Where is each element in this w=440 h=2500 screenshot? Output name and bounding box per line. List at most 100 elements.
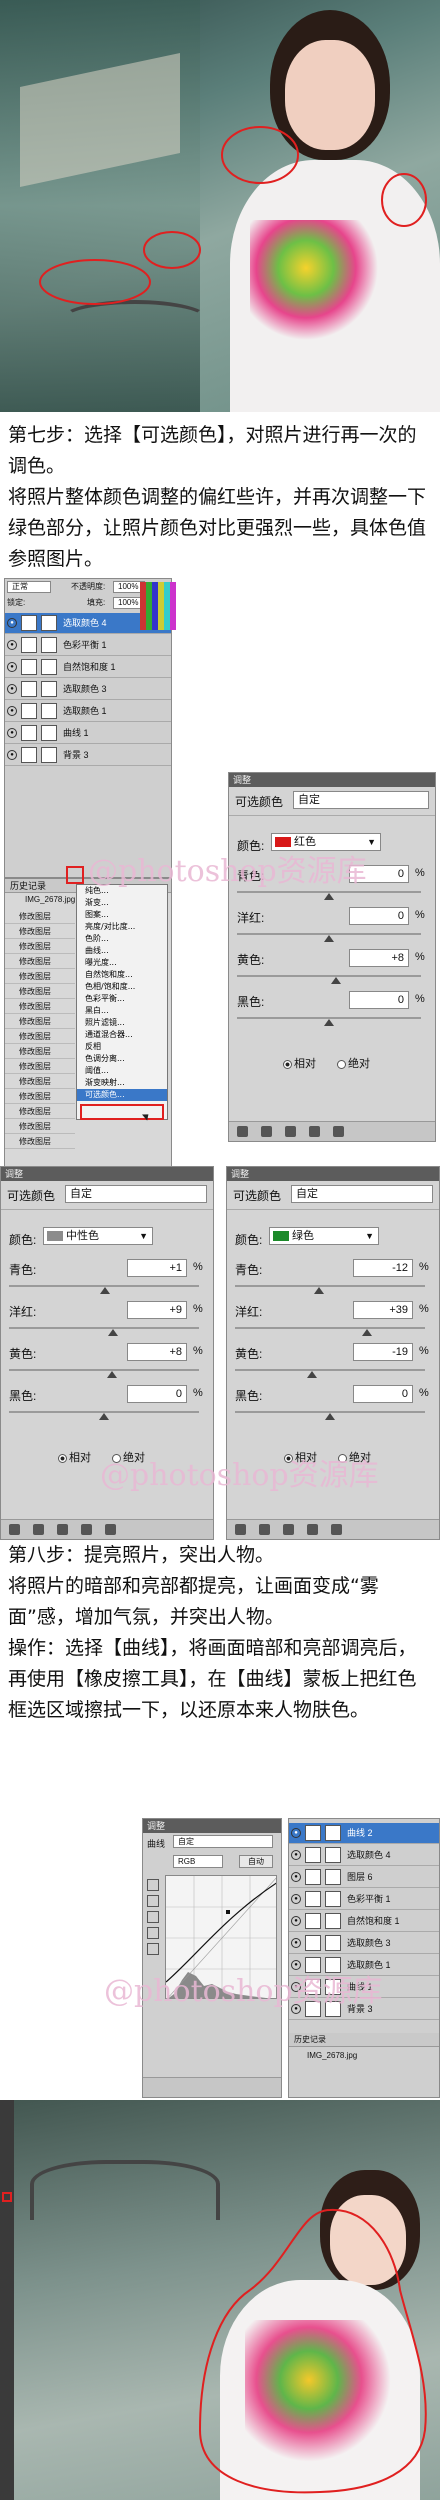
cyan-field[interactable]: 0	[349, 865, 409, 883]
menu-item[interactable]: 反相	[77, 1041, 167, 1053]
yellow-slider-knob[interactable]	[106, 1371, 117, 1378]
back-icon[interactable]	[9, 1524, 20, 1535]
curves-channel-select[interactable]: RGB	[173, 1855, 223, 1868]
history-item[interactable]: 修改图层	[5, 924, 75, 939]
delete-icon[interactable]	[333, 1126, 344, 1137]
back-icon[interactable]	[237, 1126, 248, 1137]
magenta-slider-knob[interactable]	[324, 935, 334, 942]
layer-row[interactable]: ● 曲线 1	[5, 723, 171, 744]
layer-icon[interactable]	[33, 1524, 44, 1535]
cyan-slider-knob[interactable]	[99, 1287, 110, 1294]
color-select[interactable]: 红色 ▼	[271, 833, 381, 851]
preset-select[interactable]: 自定	[65, 1185, 207, 1203]
history-item[interactable]: 修改图层	[5, 909, 75, 924]
history-item[interactable]: 修改图层	[5, 1134, 75, 1149]
absolute-radio[interactable]: 绝对	[112, 1449, 145, 1465]
menu-item[interactable]: 纯色...	[77, 885, 167, 897]
menu-item[interactable]: 渐变映射...	[77, 1077, 167, 1089]
layer-icon[interactable]	[259, 1524, 270, 1535]
eye-icon[interactable]: ●	[7, 750, 17, 760]
black-slider-knob[interactable]	[325, 1413, 335, 1420]
magenta-slider-track[interactable]	[9, 1327, 199, 1329]
history-item[interactable]: 修改图层	[5, 939, 75, 954]
menu-item[interactable]: 照片滤镜...	[77, 1017, 167, 1029]
history-item[interactable]: 修改图层	[5, 1089, 75, 1104]
eyedropper-gray-icon[interactable]	[147, 1895, 159, 1907]
adjustment-tab[interactable]: 调整	[227, 1167, 439, 1181]
black-field[interactable]: 0	[127, 1385, 187, 1403]
eye-icon[interactable]: ●	[291, 1894, 301, 1904]
history-item[interactable]: 修改图层	[5, 1044, 75, 1059]
layer-icon[interactable]	[261, 1126, 272, 1137]
menu-item[interactable]: 阈值...	[77, 1065, 167, 1077]
reset-icon[interactable]	[309, 1126, 320, 1137]
eye-icon[interactable]: ●	[291, 2004, 301, 2014]
menu-item[interactable]: 色彩平衡...	[77, 993, 167, 1005]
adjustment-tab[interactable]: 调整	[1, 1167, 213, 1181]
history-item[interactable]: 修改图层	[5, 954, 75, 969]
layer-row[interactable]: ● 背景 3	[289, 1999, 439, 2020]
layer-row[interactable]: ● 曲线 2	[289, 1823, 439, 1844]
layer-row[interactable]: ● 选取颜色 3	[5, 679, 171, 700]
adjustment-tab[interactable]: 调整	[229, 773, 435, 787]
yellow-field[interactable]: +8	[349, 949, 409, 967]
history-item[interactable]: 修改图层	[5, 984, 75, 999]
layer-row[interactable]: ● 背景 3	[5, 745, 171, 766]
magenta-slider-track[interactable]	[235, 1327, 425, 1329]
eye-icon[interactable]	[285, 1126, 296, 1137]
black-slider-knob[interactable]	[324, 1019, 334, 1026]
yellow-slider-track[interactable]	[235, 1369, 425, 1371]
menu-item[interactable]: 渐变...	[77, 897, 167, 909]
color-select[interactable]: 中性色 ▼	[43, 1227, 153, 1245]
menu-item[interactable]: 色相/饱和度...	[77, 981, 167, 993]
eyedropper-white-icon[interactable]	[147, 1911, 159, 1923]
blend-mode-select[interactable]: 正常	[7, 581, 51, 593]
cyan-field[interactable]: +1	[127, 1259, 187, 1277]
menu-item[interactable]: 亮度/对比度...	[77, 921, 167, 933]
eye-icon[interactable]: ●	[7, 662, 17, 672]
history-item[interactable]: 修改图层	[5, 969, 75, 984]
layer-row[interactable]: ● 色彩平衡 1	[5, 635, 171, 656]
eye-icon[interactable]: ●	[291, 1828, 301, 1838]
layer-row[interactable]: ● 选取颜色 4	[289, 1845, 439, 1866]
magenta-slider-knob[interactable]	[107, 1329, 118, 1336]
cyan-slider-knob[interactable]	[313, 1287, 324, 1294]
reset-icon[interactable]	[81, 1524, 92, 1535]
yellow-field[interactable]: -19	[353, 1343, 413, 1361]
eyedropper-black-icon[interactable]	[147, 1879, 159, 1891]
black-field[interactable]: 0	[353, 1385, 413, 1403]
yellow-slider-knob[interactable]	[331, 977, 342, 984]
reset-icon[interactable]	[307, 1524, 318, 1535]
pencil-icon[interactable]	[147, 1943, 159, 1955]
history-item[interactable]: 修改图层	[5, 1074, 75, 1089]
menu-item[interactable]: 自然饱和度...	[77, 969, 167, 981]
magenta-slider-knob[interactable]	[362, 1329, 373, 1336]
menu-item[interactable]: 色调分离...	[77, 1053, 167, 1065]
history-item[interactable]: 修改图层	[5, 1104, 75, 1119]
menu-item[interactable]: 图案...	[77, 909, 167, 921]
layer-row[interactable]: ● 自然饱和度 1	[289, 1911, 439, 1932]
eye-icon[interactable]: ●	[291, 1982, 301, 1992]
layer-row[interactable]: ● 图层 6	[289, 1867, 439, 1888]
delete-icon[interactable]	[331, 1524, 342, 1535]
magenta-field[interactable]: +39	[353, 1301, 413, 1319]
yellow-field[interactable]: +8	[127, 1343, 187, 1361]
layer-row[interactable]: ● 曲线 1	[289, 1977, 439, 1998]
eye-icon[interactable]: ●	[7, 728, 17, 738]
black-slider-knob[interactable]	[99, 1413, 109, 1420]
menu-item[interactable]: 可选颜色...	[77, 1089, 167, 1101]
relative-radio[interactable]: 相对	[283, 1055, 316, 1071]
yellow-slider-track[interactable]	[9, 1369, 199, 1371]
menu-item[interactable]: 黑白...	[77, 1005, 167, 1017]
curves-preset-select[interactable]: 自定	[173, 1835, 273, 1848]
curves-auto-button[interactable]: 自动	[239, 1855, 273, 1868]
preset-select[interactable]: 自定	[291, 1185, 433, 1203]
menu-item[interactable]: 曲线...	[77, 945, 167, 957]
eye-icon[interactable]: ●	[291, 1938, 301, 1948]
black-field[interactable]: 0	[349, 991, 409, 1009]
history-item[interactable]: 修改图层	[5, 1059, 75, 1074]
magenta-field[interactable]: +9	[127, 1301, 187, 1319]
absolute-radio[interactable]: 绝对	[337, 1055, 370, 1071]
history-item[interactable]: 修改图层	[5, 1119, 75, 1134]
curve-point-icon[interactable]	[147, 1927, 159, 1939]
